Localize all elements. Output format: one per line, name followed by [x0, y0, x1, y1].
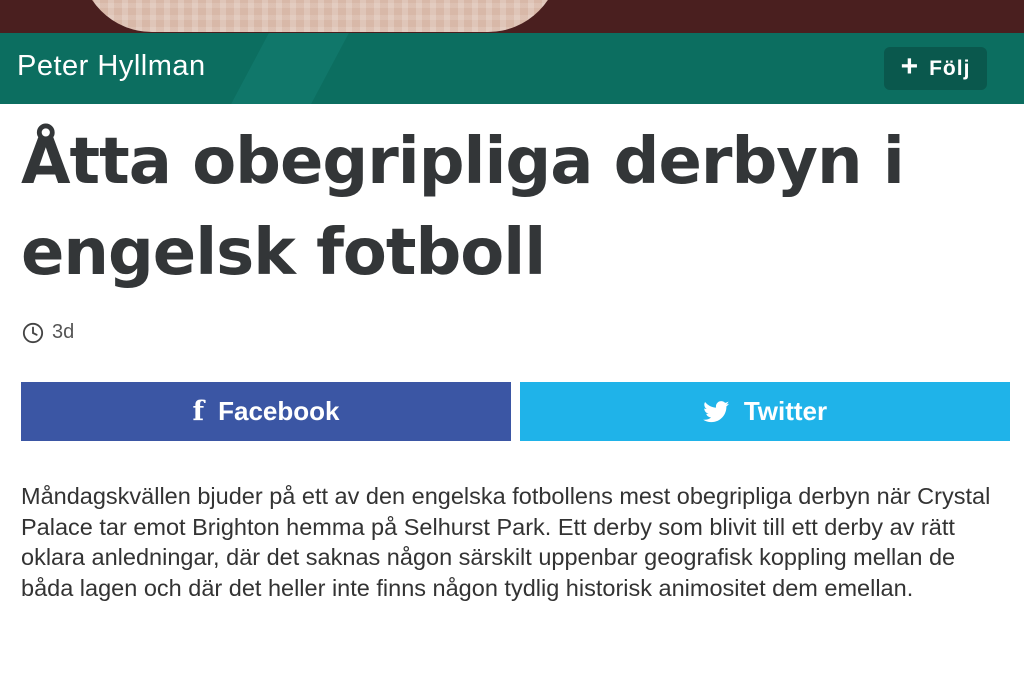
- clock-icon: [22, 322, 44, 343]
- facebook-label: Facebook: [218, 396, 340, 426]
- author-bar: Peter Hyllman + Följ: [0, 33, 1024, 104]
- facebook-icon: f: [192, 396, 205, 427]
- twitter-label: Twitter: [743, 396, 828, 426]
- author-photo-banner: [0, 0, 1024, 33]
- article-body: Måndagskvällen bjuder på ett av den enge…: [21, 483, 991, 601]
- article-meta: 3d: [22, 321, 74, 344]
- facebook-share-button[interactable]: f Facebook: [21, 382, 511, 441]
- article-title: Åtta obegripliga derbyn i engelsk fotbol…: [21, 125, 905, 290]
- author-photo: [80, 0, 560, 32]
- twitter-bird-icon: [703, 400, 730, 422]
- twitter-share-button[interactable]: Twitter: [520, 382, 1010, 441]
- plus-icon: +: [900, 50, 920, 83]
- follow-button[interactable]: + Följ: [884, 47, 987, 90]
- author-name[interactable]: Peter Hyllman: [17, 50, 206, 83]
- article-age: 3d: [52, 321, 75, 343]
- follow-label: Följ: [929, 56, 971, 80]
